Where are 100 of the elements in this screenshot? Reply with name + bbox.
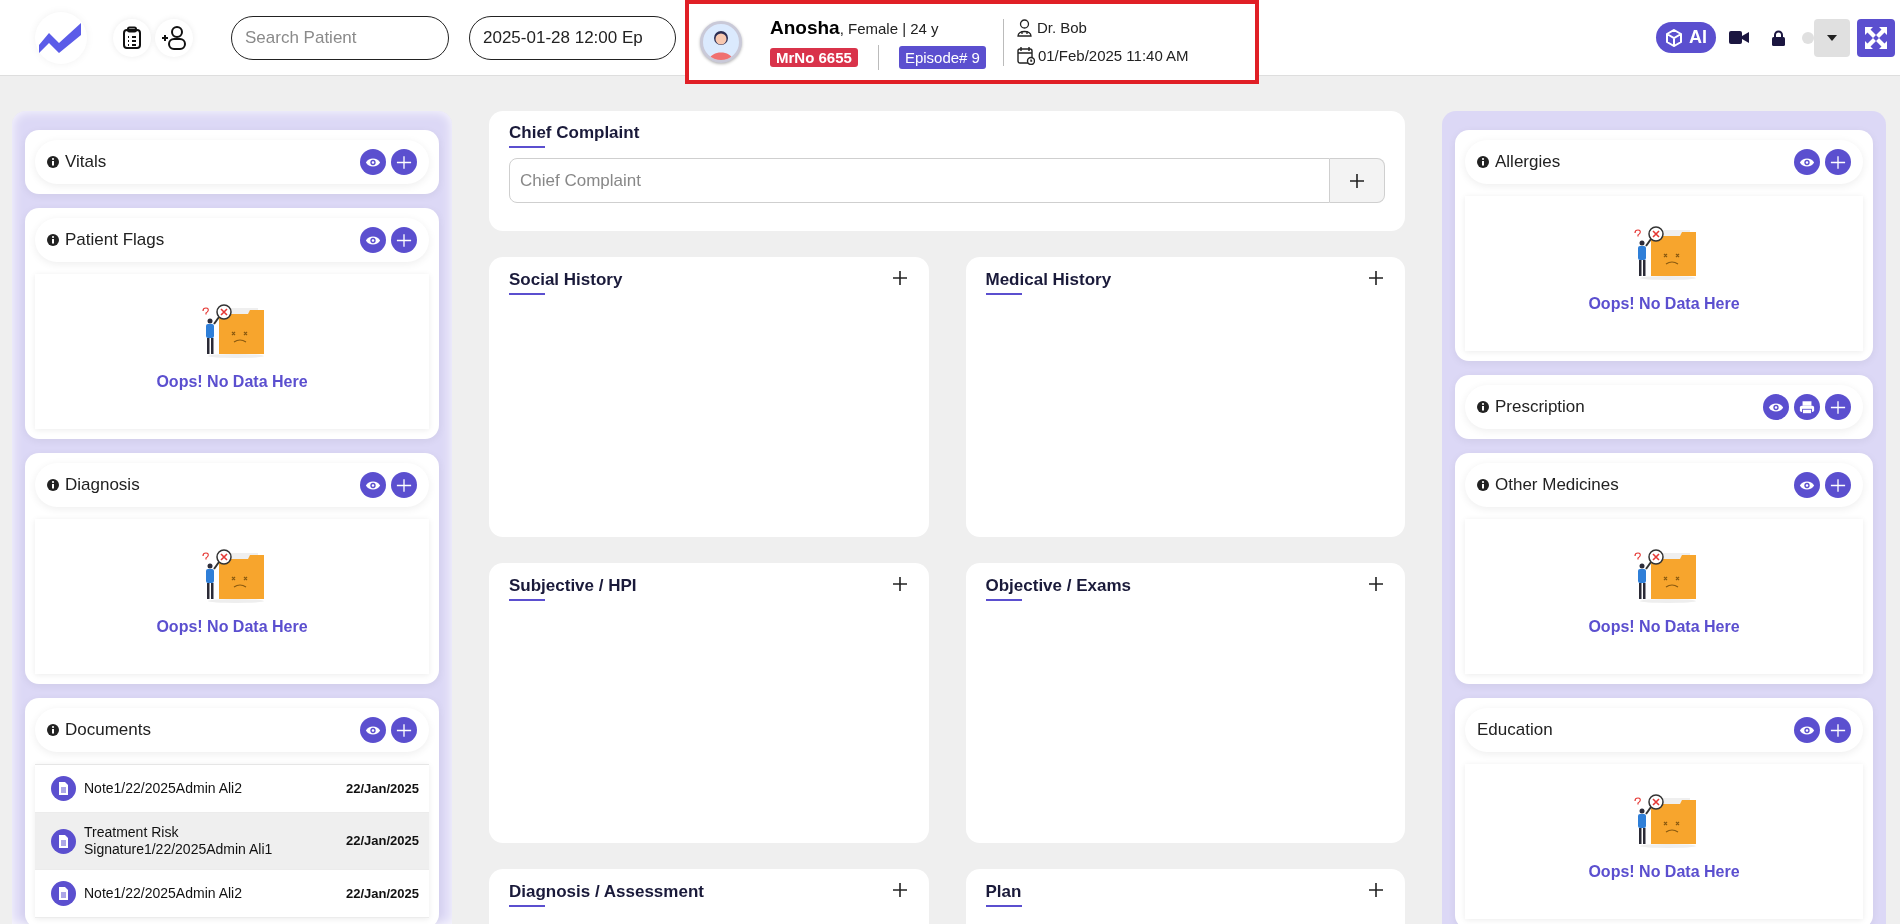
empty-state-message: Oops! No Data Here (1588, 862, 1740, 882)
title-underline (985, 293, 1022, 295)
widget-title: Prescription (1495, 396, 1585, 419)
widget-title: Documents (65, 719, 151, 742)
no-data-drawing (1632, 547, 1696, 603)
plus-icon (396, 722, 412, 738)
document-icon (51, 881, 76, 906)
ai-button[interactable]: AI (1656, 22, 1716, 53)
mrno-badge: MrNo 6655 (770, 48, 858, 68)
expand-icon (1865, 26, 1887, 49)
plus-icon (396, 232, 412, 248)
search-field[interactable]: Search Patient (231, 15, 449, 60)
view-button[interactable] (360, 472, 386, 498)
title-underline (985, 599, 1022, 601)
print-button[interactable] (1794, 394, 1820, 420)
add-button[interactable] (1367, 575, 1385, 593)
add-button[interactable] (1825, 394, 1851, 420)
fullscreen-button[interactable] (1857, 18, 1895, 57)
plus-icon (1368, 882, 1384, 898)
section-title: Medical History (985, 269, 1112, 291)
plus-icon (891, 882, 908, 898)
document-date: 22/Jan/2025 (346, 832, 419, 851)
add-button[interactable] (1825, 717, 1851, 743)
document-row[interactable]: Note1/22/2025Admin Ali2 22/Jan/2025 (35, 765, 429, 813)
plus-icon (396, 477, 412, 493)
add-button[interactable] (391, 227, 417, 253)
add-button[interactable] (890, 881, 909, 899)
widget-title: Other Medicines (1495, 474, 1619, 497)
add-button[interactable] (890, 269, 909, 287)
add-button[interactable] (890, 575, 909, 593)
clipboard-button[interactable] (113, 18, 151, 57)
trend-logo-icon (39, 22, 83, 53)
video-camera-icon (1729, 31, 1749, 44)
title-underline (509, 293, 545, 295)
visit-datetime: 01/Feb/2025 11:40 AM (1037, 45, 1189, 66)
document-date: 22/Jan/2025 (346, 779, 419, 798)
patient-details: , Female | 24 y (839, 18, 939, 39)
view-button[interactable] (360, 149, 386, 175)
add-button[interactable] (1825, 149, 1851, 175)
document-row[interactable]: Note1/22/2025Admin Ali2 22/Jan/2025 (35, 870, 429, 918)
chief-complaint-field[interactable]: Chief Complaint (509, 158, 1330, 203)
document-row[interactable]: Treatment Risk Signature1/22/2025Admin Ali1 22/Jan/2025 (35, 813, 429, 870)
section-title: Subjective / HPI (509, 575, 637, 597)
view-button[interactable] (1794, 717, 1820, 743)
add-button[interactable] (1367, 269, 1385, 287)
lock-icon (1771, 29, 1785, 46)
add-complaint-button[interactable] (1330, 158, 1385, 203)
widget-title: Allergies (1495, 151, 1561, 174)
no-data-drawing (200, 302, 264, 358)
widget-title: Diagnosis (65, 474, 140, 497)
episode-date-field[interactable]: 2025-01-28 12:00 Ep (469, 15, 676, 60)
doctor-name: Dr. Bob (1036, 18, 1087, 38)
plus-icon (1368, 576, 1384, 592)
document-date: 22/Jan/2025 (346, 884, 419, 903)
plus-icon (1368, 270, 1384, 286)
plus-icon (1830, 722, 1846, 738)
no-data-drawing (1632, 224, 1696, 280)
document-name: Note1/22/2025Admin Ali2 (84, 885, 243, 902)
document-icon (51, 828, 76, 854)
empty-state-message: Oops! No Data Here (156, 617, 308, 637)
dropdown-button[interactable] (1814, 18, 1850, 57)
plus-icon (1830, 477, 1846, 493)
widget-title: Patient Flags (65, 229, 165, 252)
section-title: Plan (985, 881, 1022, 903)
add-button[interactable] (391, 472, 417, 498)
calendar-clock-icon (1016, 46, 1035, 66)
add-user-icon (160, 23, 188, 52)
title-underline (985, 905, 1022, 907)
view-button[interactable] (1794, 472, 1820, 498)
patient-name: Anosha (770, 15, 840, 40)
view-button[interactable] (1763, 394, 1789, 420)
no-data-drawing (200, 547, 264, 603)
add-button[interactable] (1367, 881, 1385, 899)
view-button[interactable] (360, 227, 386, 253)
episode-badge: Episode# 9 (898, 46, 986, 70)
title-underline (509, 905, 545, 907)
widget-title: Education (1477, 719, 1553, 742)
title-underline (509, 599, 545, 601)
view-button[interactable] (1794, 149, 1820, 175)
no-data-drawing (1632, 792, 1696, 848)
add-button[interactable] (391, 717, 417, 743)
empty-state-message: Oops! No Data Here (1588, 617, 1740, 637)
title-underline (509, 146, 545, 148)
section-title: Objective / Exams (985, 575, 1132, 597)
empty-state-message: Oops! No Data Here (1588, 294, 1740, 314)
document-icon (51, 776, 76, 801)
section-title: Diagnosis / Assessment (509, 881, 704, 903)
plus-icon (1349, 172, 1365, 189)
add-button[interactable] (1825, 472, 1851, 498)
doctor-icon (1016, 19, 1032, 38)
document-name: Treatment Risk Signature1/22/2025Admin Ali1 (84, 824, 274, 858)
cube-icon (1665, 28, 1683, 47)
add-button[interactable] (391, 149, 417, 175)
empty-state-message: Oops! No Data Here (156, 372, 308, 392)
add-patient-button[interactable] (155, 18, 193, 57)
section-title: Social History (509, 269, 623, 291)
plus-icon (396, 154, 412, 170)
view-button[interactable] (360, 717, 386, 743)
plus-icon (891, 576, 908, 592)
plus-icon (891, 270, 908, 286)
